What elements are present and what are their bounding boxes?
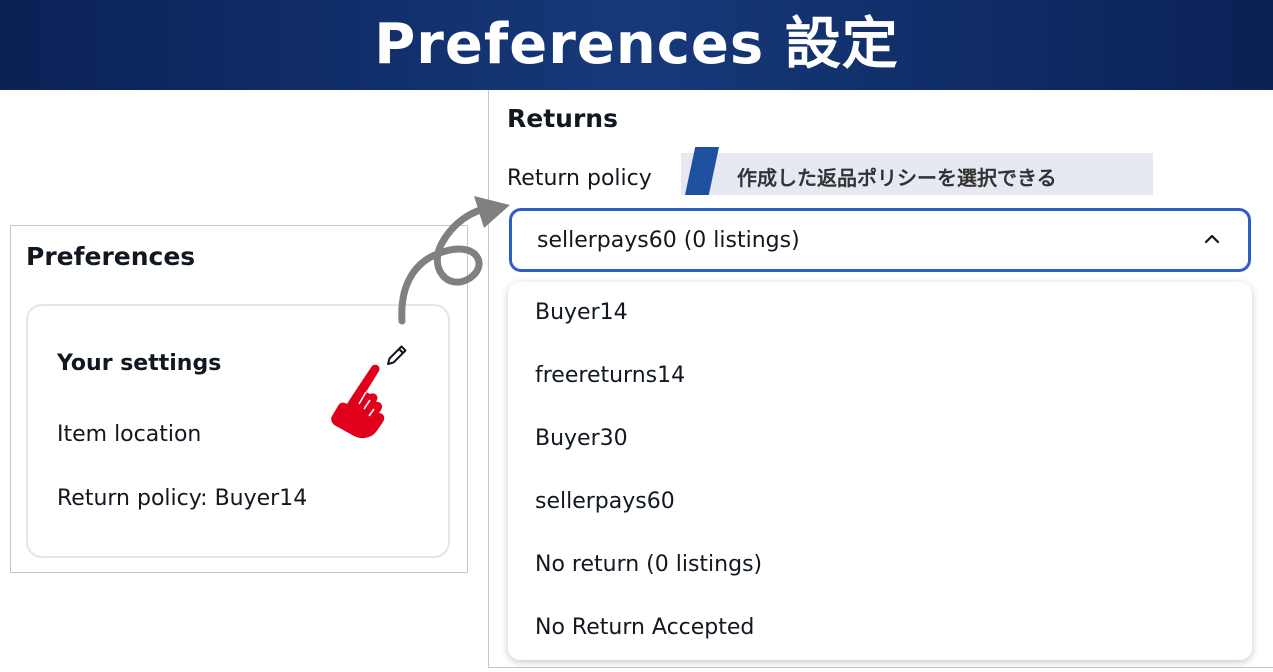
return-policy-select[interactable]: sellerpays60 (0 listings) xyxy=(509,208,1251,272)
return-policy-selected-value: sellerpays60 (0 listings) xyxy=(537,228,800,253)
dropdown-option[interactable]: Buyer30 xyxy=(508,408,1252,470)
dropdown-option[interactable]: Buyer14 xyxy=(508,282,1252,344)
returns-panel: Returns Return policy 作成した返品ポリシーを選択できる s… xyxy=(488,90,1273,668)
pencil-icon[interactable] xyxy=(384,342,410,368)
return-policy-dropdown: Buyer14 freereturns14 Buyer30 sellerpays… xyxy=(508,282,1252,660)
dropdown-option[interactable]: freereturns14 xyxy=(508,345,1252,407)
dropdown-option[interactable]: No return (0 listings) xyxy=(508,534,1252,596)
returns-title: Returns xyxy=(507,104,618,133)
preferences-panel: Preferences Your settings Item location … xyxy=(10,225,468,573)
header-banner: Preferences 設定 xyxy=(0,0,1273,90)
annotation-text: 作成した返品ポリシーを選択できる xyxy=(737,166,1057,190)
item-location-label: Item location xyxy=(57,422,202,447)
chevron-up-icon xyxy=(1202,229,1222,249)
return-policy-summary: Return policy: Buyer14 xyxy=(57,486,308,511)
dropdown-option[interactable]: No Return Accepted xyxy=(508,597,1252,659)
return-policy-label: Return policy xyxy=(507,166,652,191)
your-settings-card: Your settings Item location Return polic… xyxy=(26,304,450,558)
preferences-title: Preferences xyxy=(26,242,196,271)
dropdown-option[interactable]: sellerpays60 xyxy=(508,471,1252,533)
your-settings-title: Your settings xyxy=(57,351,222,376)
banner-title: Preferences 設定 xyxy=(374,12,899,77)
